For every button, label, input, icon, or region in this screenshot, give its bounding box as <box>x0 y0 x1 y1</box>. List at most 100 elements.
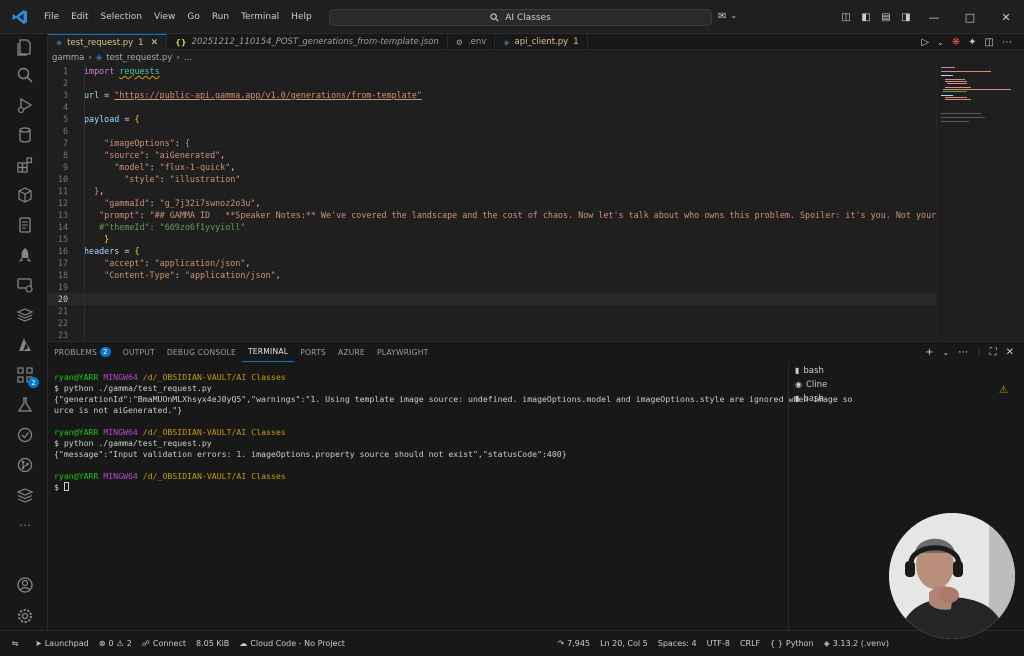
breadcrumb-file[interactable]: test_request.py <box>106 53 172 63</box>
tab-env[interactable]: ⚙ .env <box>448 34 496 50</box>
toggle-primary-sidebar-icon[interactable]: ◧ <box>858 9 874 25</box>
remote-indicator[interactable]: ⇋ <box>0 631 30 656</box>
tab-json-response[interactable]: {} 20251212_110154_POST_generations_from… <box>167 34 448 50</box>
code-line: 5 payload = { <box>62 114 140 124</box>
more-icon[interactable]: ⋯ <box>14 514 36 536</box>
menu-view[interactable]: View <box>148 0 181 34</box>
line-ending[interactable]: CRLF <box>735 631 765 656</box>
terminal-item-bash[interactable]: ▮ bash <box>795 364 824 377</box>
terminal-prompt-line: ryan@YARR MINGW64 /d/_OBSIDIAN-VAULT/AI … <box>54 471 286 481</box>
explorer-icon[interactable] <box>14 36 36 58</box>
file-text-icon[interactable] <box>14 214 36 236</box>
run-debug-icon[interactable] <box>14 94 36 116</box>
menu-run[interactable]: Run <box>206 0 235 34</box>
file-size: 8.05 KiB <box>195 639 230 648</box>
new-terminal-icon[interactable]: + <box>925 347 933 358</box>
terminal-prompt-line: ryan@YARR MINGW64 /d/_OBSIDIAN-VAULT/AI … <box>54 372 286 382</box>
remote-explorer-icon[interactable] <box>14 274 36 296</box>
more-actions-icon[interactable]: ⋯ <box>1002 37 1012 48</box>
encoding[interactable]: UTF-8 <box>702 631 735 656</box>
timeline-icon[interactable] <box>14 424 36 446</box>
git-graph-icon[interactable] <box>14 454 36 476</box>
account-icon[interactable] <box>14 574 36 596</box>
run-python-icon[interactable]: ▷ <box>921 37 929 48</box>
rocket-icon[interactable] <box>14 244 36 266</box>
editor-scrollbar[interactable] <box>1016 65 1024 341</box>
tab-terminal[interactable]: TERMINAL <box>241 342 295 362</box>
menu-file[interactable]: File <box>38 0 65 34</box>
chevron-down-icon[interactable]: ⌄ <box>943 348 950 357</box>
close-icon[interactable]: ✕ <box>151 38 159 48</box>
split-editor-icon[interactable]: ◫ <box>985 37 994 48</box>
launchpad-button[interactable]: ➤ Launchpad <box>30 631 94 656</box>
terminal-item-cline[interactable]: ◉ Cline <box>795 378 827 391</box>
tab-output[interactable]: OUTPUT <box>117 342 161 362</box>
menu-terminal[interactable]: Terminal <box>235 0 285 34</box>
extension-action-icon[interactable]: ❋ <box>952 37 960 48</box>
tab-problems[interactable]: PROBLEMS 2 <box>48 342 117 362</box>
tab-test-request[interactable]: ◈ test_request.py 1 ✕ <box>48 34 168 50</box>
toggle-secondary-sidebar-icon[interactable]: ◨ <box>898 9 914 25</box>
minimize-button[interactable]: — <box>916 0 952 34</box>
close-panel-icon[interactable]: ✕ <box>1006 347 1014 358</box>
search-icon[interactable] <box>14 64 36 86</box>
menu-bar: File Edit Selection View Go Run Terminal… <box>38 0 318 34</box>
tab-playwright[interactable]: PLAYWRIGHT <box>371 342 435 362</box>
sparkle-icon[interactable]: ✦ <box>968 37 976 48</box>
problems-status[interactable]: ⊗ 0 ⚠ 2 <box>94 631 137 656</box>
code-line-current: 20 <box>48 293 936 305</box>
stack-icon[interactable] <box>14 484 36 506</box>
azure-icon[interactable] <box>14 334 36 356</box>
terminal-item-bash-2[interactable]: ▮ bash <box>795 392 824 405</box>
indentation[interactable]: Spaces: 4 <box>653 631 702 656</box>
customize-layout-icon[interactable]: ◫ <box>838 9 854 25</box>
python-interpreter[interactable]: ◈ 3.13.2 (.venv) <box>819 631 894 656</box>
close-window-button[interactable]: ✕ <box>988 0 1024 34</box>
chevron-down-icon[interactable]: ⌄ <box>730 11 737 22</box>
menu-selection[interactable]: Selection <box>95 0 148 34</box>
copilot-chat-icon[interactable]: ✉ <box>718 11 726 22</box>
breadcrumb-symbol[interactable]: ... <box>184 53 192 63</box>
python-file-icon: ◈ <box>95 53 103 63</box>
layers-icon[interactable] <box>14 304 36 326</box>
title-bar: File Edit Selection View Go Run Terminal… <box>0 0 1024 34</box>
command-center[interactable]: AI Classes <box>329 9 712 26</box>
tab-debug-console[interactable]: DEBUG CONSOLE <box>161 342 242 362</box>
source-control-icon[interactable]: 2 <box>14 364 39 388</box>
toggle-panel-icon[interactable]: ▤ <box>878 9 894 25</box>
code-line: 10 "style": "illustration" <box>57 174 241 184</box>
maximize-button[interactable]: □ <box>952 0 988 34</box>
testing-flask-icon[interactable] <box>14 394 36 416</box>
menu-edit[interactable]: Edit <box>65 0 94 34</box>
terminal-input-line: $ <box>54 482 69 493</box>
connect-button[interactable]: ☍ Connect <box>137 631 191 656</box>
code-line: 19 <box>57 282 68 292</box>
tab-azure[interactable]: AZURE <box>332 342 371 362</box>
package-icon[interactable] <box>14 184 36 206</box>
cursor-position[interactable]: Ln 20, Col 5 <box>595 631 653 656</box>
terminal-output[interactable]: ryan@YARR MINGW64 /d/_OBSIDIAN-VAULT/AI … <box>54 372 853 622</box>
language-mode[interactable]: { } Python <box>765 631 818 656</box>
database-icon[interactable] <box>14 124 36 146</box>
code-line: 22 <box>57 318 68 328</box>
tab-problem-count: 1 <box>573 37 579 47</box>
maximize-panel-icon[interactable]: ⛶ <box>990 347 997 358</box>
breadcrumb-folder[interactable]: gamma <box>52 53 84 63</box>
cloud-code-button[interactable]: ☁ Cloud Code - No Project <box>234 631 350 656</box>
settings-gear-icon[interactable] <box>14 605 36 627</box>
minimap[interactable] <box>936 65 1016 341</box>
tab-ports[interactable]: PORTS <box>294 342 332 362</box>
terminal-prompt-line: ryan@YARR MINGW64 /d/_OBSIDIAN-VAULT/AI … <box>54 427 286 437</box>
command-center-label: AI Classes <box>505 12 551 23</box>
extensions-icon[interactable] <box>14 154 36 176</box>
chevron-right-icon: › <box>176 53 180 63</box>
tab-api-client[interactable]: ◈ api_client.py 1 <box>495 34 588 50</box>
presenter-video-icon <box>889 513 1015 639</box>
chevron-down-icon[interactable]: ⌄ <box>937 38 944 47</box>
code-editor[interactable]: 1 import requests 2 3 url = "https://publi… <box>48 65 936 341</box>
menu-go[interactable]: Go <box>181 0 205 34</box>
terminal-icon: ▮ <box>795 394 800 403</box>
indent-guide <box>84 65 85 341</box>
menu-help[interactable]: Help <box>285 0 318 34</box>
more-actions-icon[interactable]: ⋯ <box>958 347 968 358</box>
